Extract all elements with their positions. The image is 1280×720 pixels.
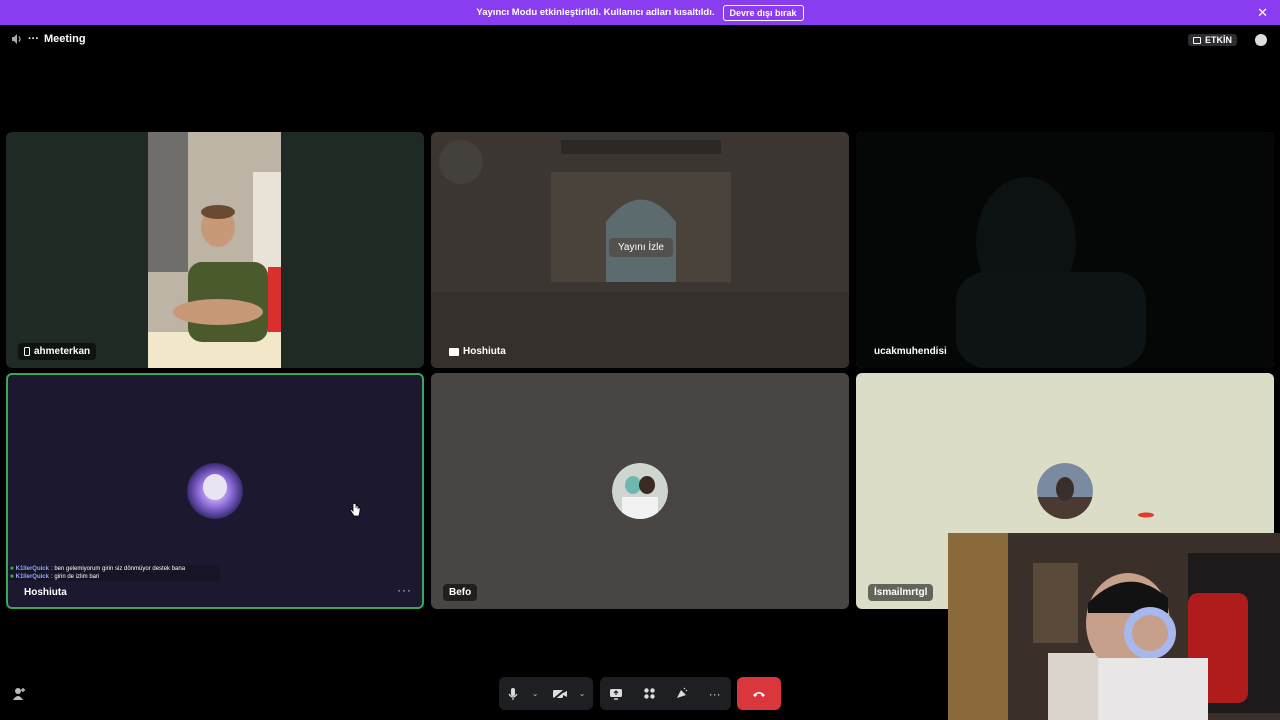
participant-name: Hoshiuta [463,346,506,357]
stream-chat-overlay: ■ K1llerQuick : ben gelemiyorum girin si… [8,565,220,581]
participant-label: ahmeterkan [18,343,97,360]
screen-icon [1193,36,1201,44]
status-badge-label: ETKİN [1205,35,1232,45]
chat-text: : ben gelemiyorum girin siz dönmüyor des… [50,566,186,572]
camera-feed [148,132,281,368]
avatar [187,463,243,519]
chevron-down-icon[interactable]: ⌄ [532,689,542,698]
media-controls: ⌄ ⌄ [499,677,593,710]
participant-label: Hoshiuta [443,343,512,360]
streamer-mode-banner: Yayıncı Modu etkinleştirildi. Kullanıcı … [0,0,1280,25]
chat-message: ■ K1llerQuick : girin de izlim bari [8,573,220,581]
stream-tile-hoshiuta[interactable]: Yayını İzle Hoshiuta [431,132,849,368]
stream-icon [449,347,459,356]
phone-icon [24,347,30,356]
status-badge[interactable]: ETKİN [1188,34,1237,46]
screen-share-icon[interactable] [606,684,626,704]
speaker-icon [12,34,21,44]
leave-call-button[interactable] [737,677,781,710]
participant-label: ucakmuhendisi [868,343,953,360]
avatar [612,463,668,519]
participant-label: Hoshiuta [18,584,73,601]
chat-text: : girin de izlim bari [50,574,100,580]
call-controls: ⌄ ⌄ ··· [0,675,1280,711]
chat-bullet-icon: ■ [10,566,14,572]
chat-username: K1llerQuick [15,566,49,572]
call-header: ··· Meeting ETKİN [0,25,1280,55]
participant-label: Befo [443,584,478,601]
avatar-tile-befo[interactable]: Befo [431,373,849,609]
close-icon[interactable]: ✕ [1257,5,1268,21]
camera-feed [856,132,1274,368]
banner-message: Yayıncı Modu etkinleştirildi. Kullanıcı … [476,7,715,18]
page-title: Meeting [44,33,86,45]
chevron-down-icon[interactable]: ⌄ [579,689,589,698]
chat-message: ■ K1llerQuick : ben gelemiyorum girin si… [8,565,220,573]
participant-name: ahmeterkan [34,346,91,357]
avatar-tile-hoshiuta[interactable]: ■ K1llerQuick : ben gelemiyorum girin si… [6,373,424,609]
participant-name: İsmailmrtgl [874,587,928,598]
participant-name: Hoshiuta [24,587,67,598]
channel-title: ··· Meeting [11,33,86,45]
disable-streamer-mode-button[interactable]: Devre dışı bırak [722,4,804,21]
tile-more-button[interactable]: ··· [397,583,412,597]
chat-username: K1llerQuick [15,574,49,580]
participant-name: Befo [449,587,472,598]
activity-controls: ··· [600,677,731,710]
camera-off-icon[interactable] [550,684,570,704]
video-tile-ucakmuhendisi[interactable]: ucakmuhendisi [856,132,1274,368]
more-icon[interactable]: ··· [705,684,725,704]
soundboard-icon[interactable] [672,684,692,704]
avatar [1037,463,1093,519]
video-tile-ahmeterkan[interactable]: ahmeterkan [6,132,424,368]
watch-stream-button[interactable]: Yayını İzle [609,238,673,257]
chat-icon[interactable] [1254,33,1268,47]
chat-bullet-icon: ■ [10,574,14,580]
speaking-indicator-icon [1138,512,1154,518]
participant-name: ucakmuhendisi [874,346,947,357]
leave-call-icon [753,691,765,697]
hand-cursor-icon [349,502,361,517]
microphone-icon[interactable] [503,684,523,704]
participant-label: İsmailmrtgl [868,584,934,601]
activities-icon[interactable] [639,684,659,704]
title-prefix: ··· [28,33,39,45]
